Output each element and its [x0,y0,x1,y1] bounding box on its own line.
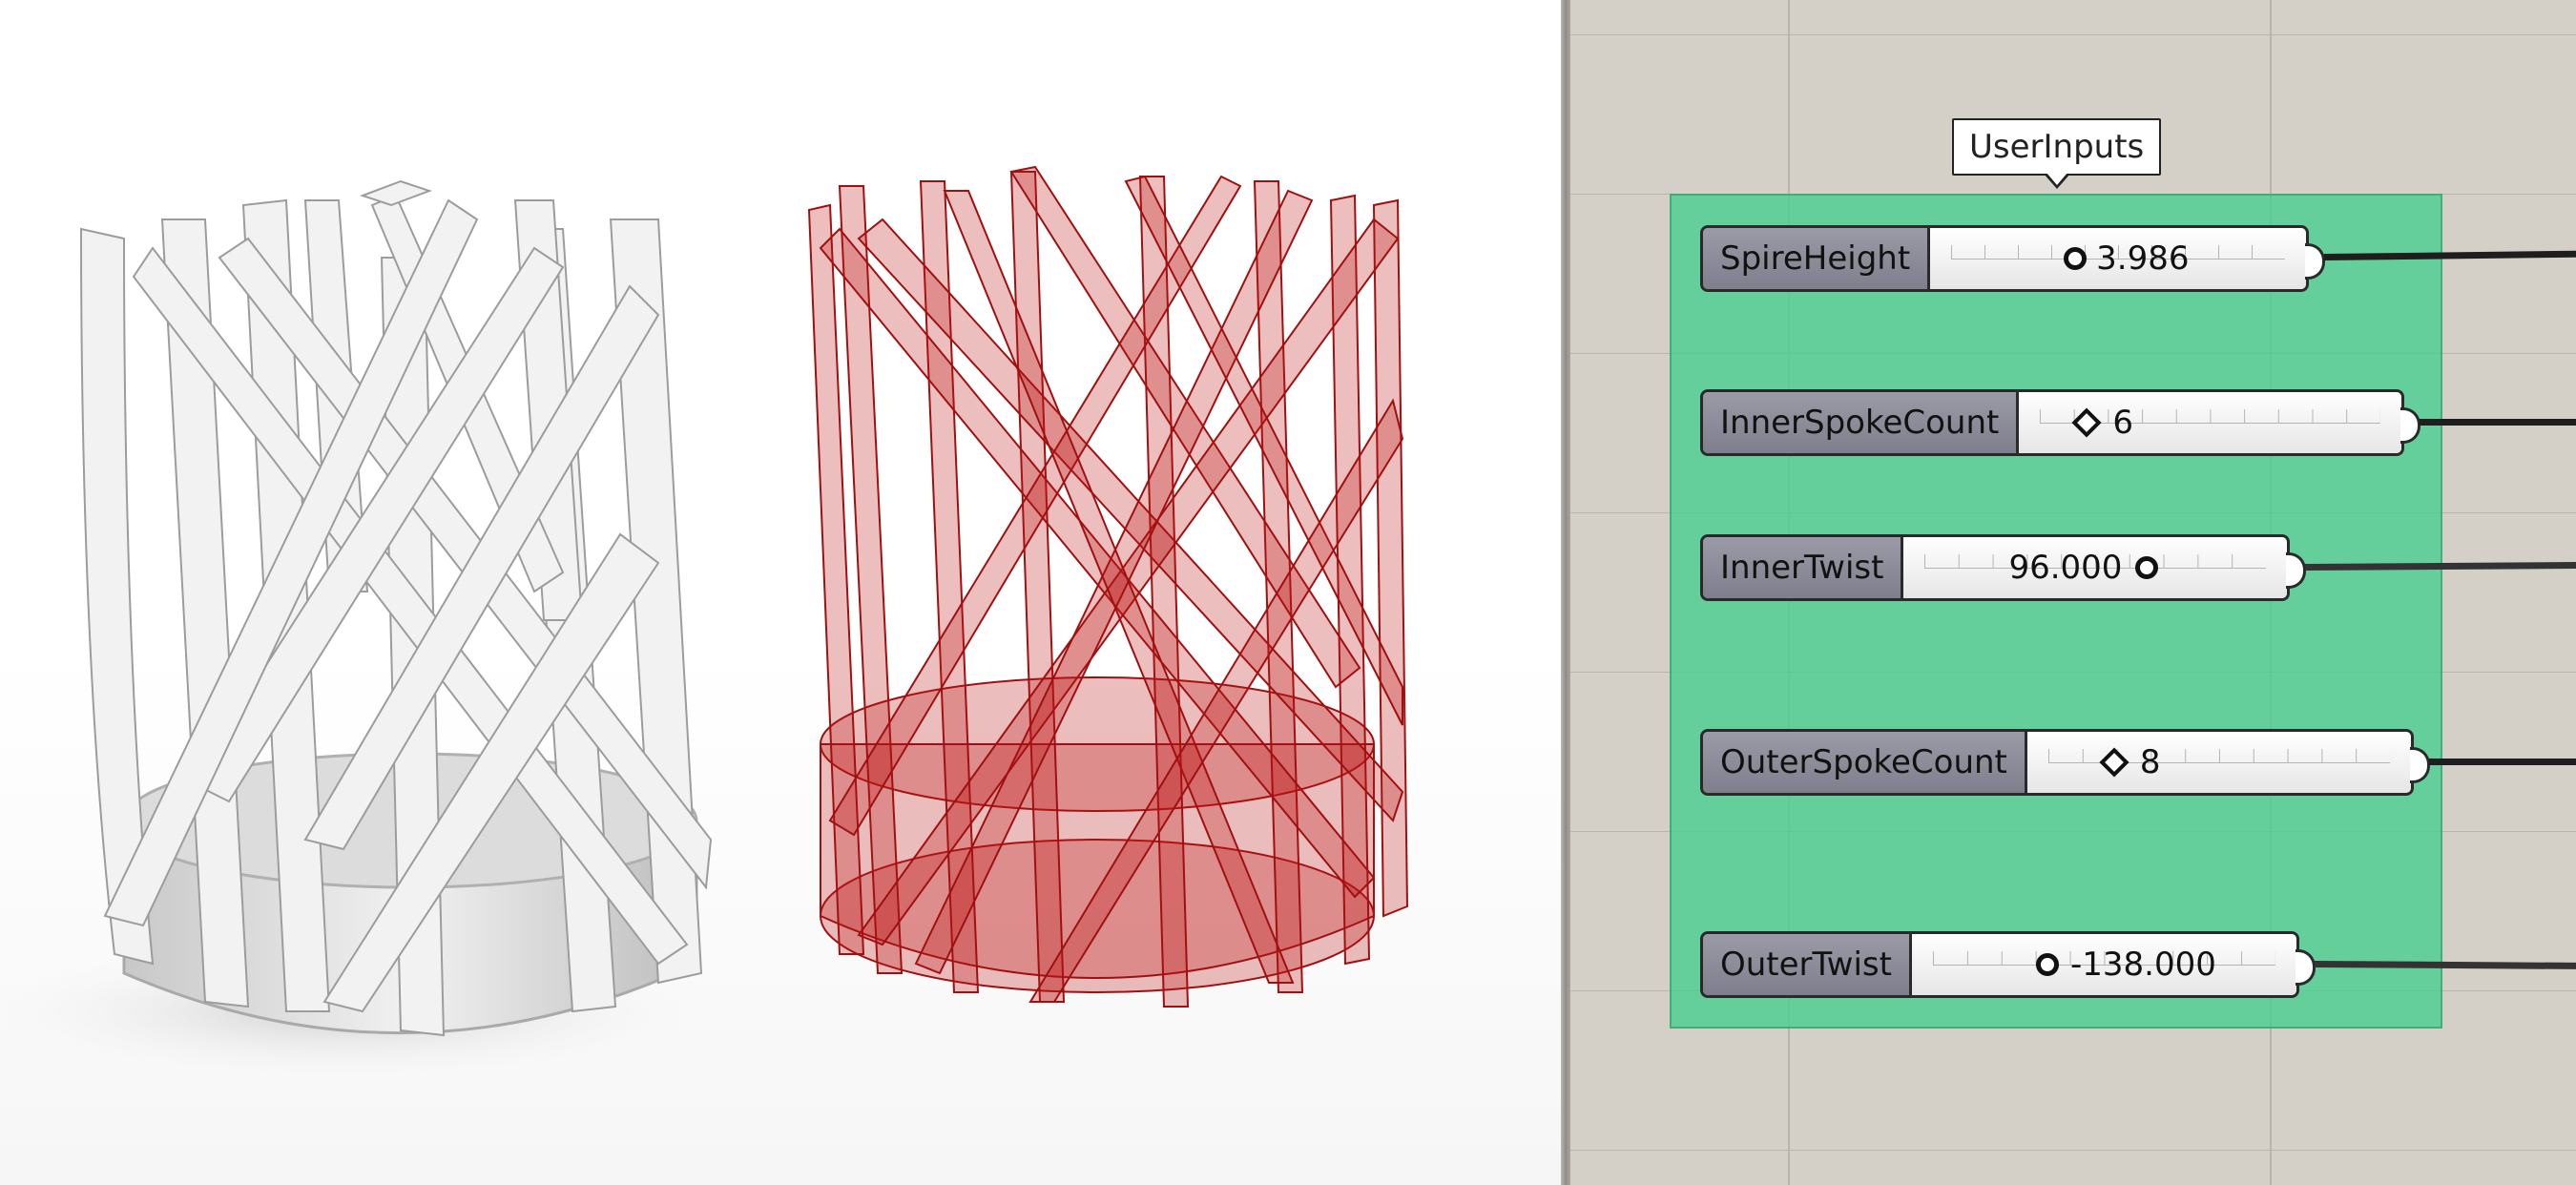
slider-value: -138.000 [2069,946,2216,984]
wire[interactable] [2429,759,2576,765]
slider-name[interactable]: OuterSpokeCount [1703,732,2027,793]
panel-splitter[interactable] [1561,0,1570,1185]
ghosted-spire-model [807,165,1409,1008]
slider-name[interactable]: InnerSpokeCount [1703,392,2020,453]
slider-knob[interactable] [2035,953,2059,976]
wire[interactable] [2304,561,2576,571]
userinputs-group[interactable] [1670,194,2442,1029]
rhino-viewport[interactable] [0,0,1561,1185]
group-label[interactable]: UserInputs [1952,118,2162,189]
slider-name[interactable]: OuterTwist [1703,934,1912,995]
spire-height-slider[interactable]: SpireHeight 3.986 [1700,225,2325,292]
slider-knob[interactable] [2099,747,2129,778]
slider-name[interactable]: InnerTwist [1703,537,1904,598]
grasshopper-canvas[interactable]: UserInputs SpireHeight 3.986 InnerSpokeC… [1570,0,2576,1185]
slider-value: 8 [2139,743,2161,781]
inner-spoke-count-slider[interactable]: InnerSpokeCount 6 [1700,389,2420,456]
solid-spire-model [0,179,744,1088]
slider-value: 6 [2112,404,2133,442]
slider-rail[interactable]: -138.000 [1911,934,2296,995]
slider-rail[interactable]: 6 [2019,392,2401,453]
outer-twist-slider[interactable]: OuterTwist -138.000 [1700,931,2316,998]
slider-rail[interactable]: 96.000 [1903,537,2287,598]
wire[interactable] [2420,419,2576,426]
slider-rail[interactable]: 8 [2026,732,2411,793]
outer-spoke-count-slider[interactable]: OuterSpokeCount 8 [1700,729,2430,796]
slider-value: 96.000 [2008,549,2123,587]
group-label-text: UserInputs [1969,128,2145,166]
slider-value: 3.986 [2096,239,2190,278]
slider-knob[interactable] [2071,407,2102,438]
slider-knob[interactable] [2135,556,2159,579]
slider-rail[interactable]: 3.986 [1930,228,2306,289]
viewport-render [0,165,1409,1088]
inner-twist-slider[interactable]: InnerTwist 96.000 [1700,534,2306,601]
slider-knob[interactable] [2064,247,2088,270]
slider-name[interactable]: SpireHeight [1703,228,1931,289]
